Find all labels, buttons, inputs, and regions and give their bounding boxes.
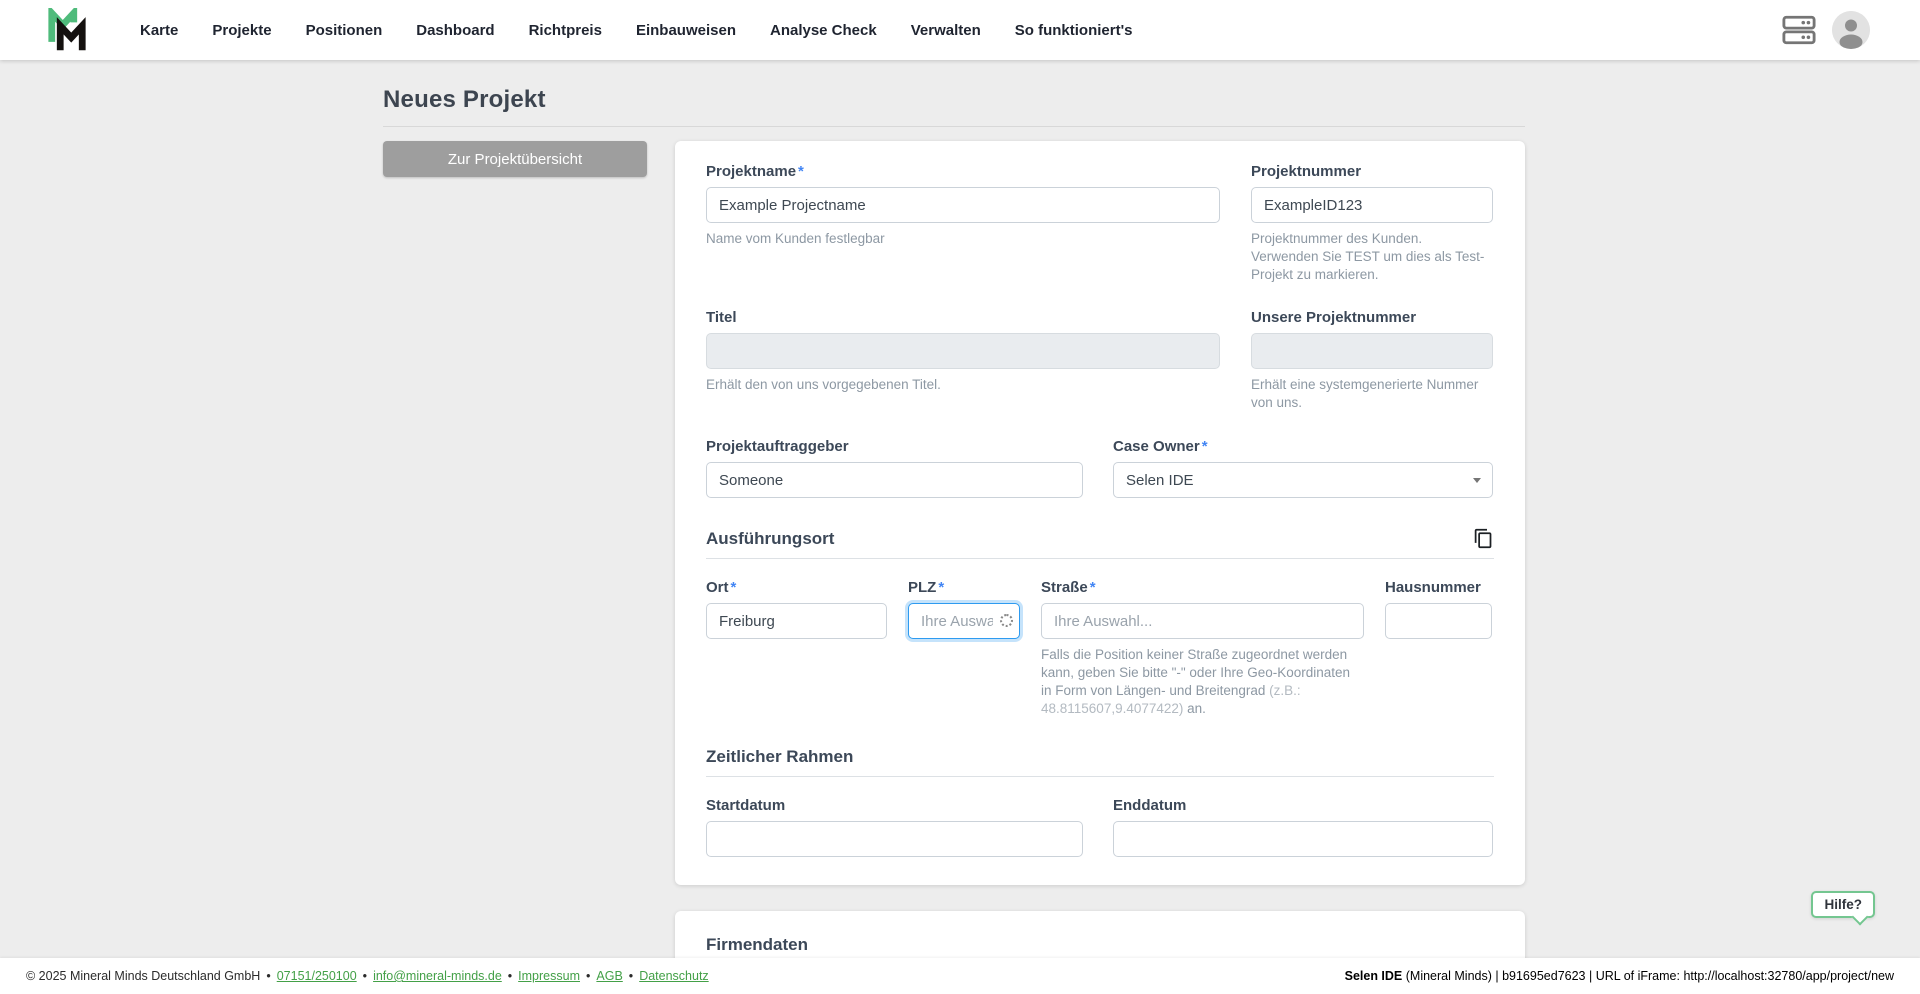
plz-label: PLZ * xyxy=(908,579,945,597)
zeitlicher-rahmen-title: Zeitlicher Rahmen xyxy=(706,747,854,767)
copy-icon[interactable] xyxy=(1473,528,1494,549)
main-content: Neues Projekt Zur Projektübersicht Proje… xyxy=(383,60,1525,994)
nav-item-so-funktionierts[interactable]: So funktioniert's xyxy=(1015,22,1133,39)
back-to-project-overview-button[interactable]: Zur Projektübersicht xyxy=(383,141,647,177)
nav-item-analyse-check[interactable]: Analyse Check xyxy=(770,22,877,39)
title-divider xyxy=(383,126,1525,127)
user-avatar[interactable] xyxy=(1832,11,1870,49)
nav-item-verwalten[interactable]: Verwalten xyxy=(911,22,981,39)
nav-right-icons xyxy=(1782,11,1870,49)
enddatum-input[interactable] xyxy=(1113,821,1493,858)
session-user: Selen IDE xyxy=(1344,969,1403,983)
field-enddatum: Enddatum xyxy=(1113,797,1493,858)
hausnummer-input[interactable] xyxy=(1385,603,1492,640)
ort-input[interactable] xyxy=(706,603,887,640)
footer-link-phone[interactable]: 07151/250100 xyxy=(277,969,357,983)
session-details: (Mineral Minds) | b91695ed7623 | URL of … xyxy=(1402,969,1894,983)
logo-m-icon xyxy=(48,8,86,51)
footer: © 2025 Mineral Minds Deutschland GmbH • … xyxy=(0,958,1920,994)
ausfuehrungsort-title: Ausführungsort xyxy=(706,528,835,548)
separator-dot: • xyxy=(266,969,271,983)
projektnummer-input[interactable] xyxy=(1251,187,1493,223)
footer-left: © 2025 Mineral Minds Deutschland GmbH • … xyxy=(26,969,709,983)
loading-spinner-icon xyxy=(1000,614,1013,628)
top-nav: Karte Projekte Positionen Dashboard Rich… xyxy=(0,0,1920,60)
avatar-icon xyxy=(1832,11,1870,49)
help-button[interactable]: Hilfe? xyxy=(1811,891,1875,918)
startdatum-label: Startdatum xyxy=(706,797,786,815)
field-plz: PLZ * xyxy=(908,579,1020,717)
unsere-projektnummer-input xyxy=(1251,333,1493,370)
titel-helper: Erhält den von uns vorgegebenen Titel. xyxy=(706,377,941,393)
titel-label: Titel xyxy=(706,309,737,327)
field-ort: Ort * xyxy=(706,579,887,717)
field-titel: Titel Erhält den von uns vorgegebenen Ti… xyxy=(706,309,1220,412)
required-marker: * xyxy=(798,163,804,180)
case-owner-select[interactable]: Selen IDE xyxy=(1113,462,1493,499)
section-zeitlicher-rahmen: Zeitlicher Rahmen xyxy=(706,747,1494,778)
titel-input xyxy=(706,333,1220,370)
projektname-label: Projektname * xyxy=(706,163,804,180)
startdatum-input[interactable] xyxy=(706,821,1083,858)
strasse-label: Straße * xyxy=(1041,579,1096,597)
projektauftraggeber-input[interactable] xyxy=(706,462,1083,499)
hausnummer-label: Hausnummer xyxy=(1385,579,1481,597)
field-projektname: Projektname* Name vom Kunden festlegbar xyxy=(706,163,1220,283)
chevron-down-icon xyxy=(1473,478,1481,484)
required-marker: * xyxy=(730,579,737,597)
copyright-text: © 2025 Mineral Minds Deutschland GmbH xyxy=(26,969,261,983)
separator-dot: • xyxy=(507,969,513,983)
main-nav: Karte Projekte Positionen Dashboard Rich… xyxy=(140,22,1133,39)
case-owner-selected-value: Selen IDE xyxy=(1126,471,1194,489)
projektnummer-label: Projektnummer xyxy=(1251,163,1362,180)
footer-link-email[interactable]: info@mineral-minds.de xyxy=(373,969,502,983)
projektname-helper: Name vom Kunden festlegbar xyxy=(706,231,885,246)
nav-item-dashboard[interactable]: Dashboard xyxy=(416,22,494,39)
nav-item-karte[interactable]: Karte xyxy=(140,22,178,39)
project-form-card: Projektname* Name vom Kunden festlegbar … xyxy=(675,141,1525,886)
enddatum-label: Enddatum xyxy=(1113,797,1187,815)
nav-item-einbauweisen[interactable]: Einbauweisen xyxy=(636,22,736,39)
required-marker: * xyxy=(1201,438,1208,456)
footer-link-agb[interactable]: AGB xyxy=(596,969,622,983)
field-unsere-projektnummer: Unsere Projektnummer Erhält eine systemg… xyxy=(1251,309,1493,412)
field-startdatum: Startdatum xyxy=(706,797,1083,858)
nav-item-projekte[interactable]: Projekte xyxy=(212,22,271,39)
nav-item-richtpreis[interactable]: Richtpreis xyxy=(529,22,602,39)
projektname-input[interactable] xyxy=(706,187,1220,223)
unsere-projektnummer-label: Unsere Projektnummer xyxy=(1251,309,1417,327)
separator-dot: • xyxy=(586,969,591,983)
mineral-minds-logo-icon[interactable] xyxy=(44,7,90,53)
field-projektauftraggeber: Projektauftraggeber xyxy=(706,438,1083,499)
page-title: Neues Projekt xyxy=(383,86,546,113)
strasse-helper: Falls die Position keiner Straße zugeord… xyxy=(1041,647,1351,716)
unsere-projektnummer-helper: Erhält eine systemgenerierte Nummer von … xyxy=(1251,377,1479,411)
ort-label: Ort * xyxy=(706,579,737,597)
field-strasse: Straße* Falls die Position keiner Straße… xyxy=(1041,579,1364,717)
field-hausnummer: Hausnummer xyxy=(1385,579,1492,717)
strasse-input[interactable] xyxy=(1041,603,1364,640)
footer-link-impressum[interactable]: Impressum xyxy=(518,969,580,983)
separator-dot: • xyxy=(628,969,634,983)
firmendaten-title: Firmendaten xyxy=(706,935,809,955)
field-projektnummer: Projektnummer Projektnummer des Kunden. … xyxy=(1251,163,1493,283)
case-owner-label: Case Owner * xyxy=(1113,438,1208,456)
server-dns-icon[interactable] xyxy=(1782,15,1816,45)
required-marker: * xyxy=(1089,579,1096,597)
footer-link-datenschutz[interactable]: Datenschutz xyxy=(639,969,708,983)
separator-dot: • xyxy=(362,969,368,983)
section-ausfuehrungsort: Ausführungsort xyxy=(706,528,1494,560)
field-case-owner: Case Owner * Selen IDE xyxy=(1113,438,1493,499)
nav-item-positionen[interactable]: Positionen xyxy=(306,22,383,39)
required-marker: * xyxy=(938,579,945,597)
footer-session-info: Selen IDE (Mineral Minds) | b91695ed7623… xyxy=(1345,969,1894,983)
projektnummer-helper: Projektnummer des Kunden. Verwenden Sie … xyxy=(1251,231,1485,282)
projektauftraggeber-label: Projektauftraggeber xyxy=(706,438,849,456)
